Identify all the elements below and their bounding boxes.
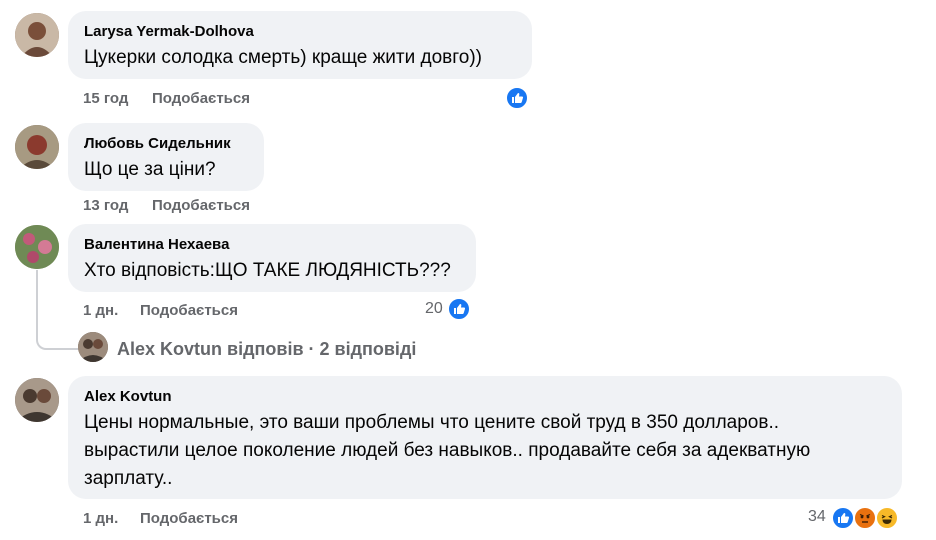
like-button[interactable]: Подобається (152, 197, 250, 214)
comment-timestamp[interactable]: 13 год (83, 197, 128, 214)
like-button[interactable]: Подобається (140, 510, 238, 527)
profile-photo-icon (15, 378, 59, 422)
like-button[interactable]: Подобається (140, 302, 238, 319)
comment-bubble: Валентина Нехаева Хто відповість:ЩО ТАКЕ… (68, 224, 476, 292)
profile-photo-icon (15, 225, 59, 269)
comment-author[interactable]: Валентина Нехаева (84, 236, 229, 253)
comment-text: Що це за ціни? (84, 159, 216, 180)
avatar[interactable] (15, 125, 59, 169)
reaction-count[interactable]: 34 (808, 508, 826, 526)
comment-author[interactable]: Larysa Yermak-Dolhova (84, 23, 254, 40)
comment-timestamp[interactable]: 1 дн. (83, 510, 118, 527)
comment-text: Хто відповість:ЩО ТАКЕ ЛЮДЯНІСТЬ??? (84, 260, 451, 281)
comment-text: зарплату.. (84, 468, 173, 489)
comment-text: Цукерки солодка смерть) краще жити довго… (84, 47, 482, 68)
like-reaction-icon[interactable] (831, 506, 855, 530)
view-replies-link[interactable]: Alex Kovtun відповів · 2 відповіді (117, 339, 416, 360)
profile-photo-icon (15, 125, 59, 169)
avatar[interactable] (78, 332, 108, 362)
comment-text: вырастили целое поколение людей без навы… (84, 440, 811, 461)
reaction-count[interactable]: 20 (425, 300, 443, 318)
comment-bubble: Alex Kovtun Цены нормальные, это ваши пр… (68, 376, 902, 499)
comment-bubble: Larysa Yermak-Dolhova Цукерки солодка см… (68, 11, 532, 79)
angry-reaction-icon[interactable] (853, 506, 877, 530)
thread-connector (36, 270, 78, 350)
profile-photo-icon (15, 13, 59, 57)
like-button[interactable]: Подобається (152, 90, 250, 107)
haha-reaction-icon[interactable] (875, 506, 899, 530)
comment-timestamp[interactable]: 1 дн. (83, 302, 118, 319)
like-reaction-icon[interactable] (505, 86, 529, 110)
comment-bubble: Любовь Сидельник Що це за ціни? (68, 123, 264, 191)
profile-photo-icon (78, 332, 108, 362)
avatar[interactable] (15, 13, 59, 57)
comment-timestamp[interactable]: 15 год (83, 90, 128, 107)
comment-author[interactable]: Alex Kovtun (84, 388, 172, 405)
avatar[interactable] (15, 378, 59, 422)
avatar[interactable] (15, 225, 59, 269)
like-reaction-icon[interactable] (447, 297, 471, 321)
comment-author[interactable]: Любовь Сидельник (84, 135, 231, 152)
